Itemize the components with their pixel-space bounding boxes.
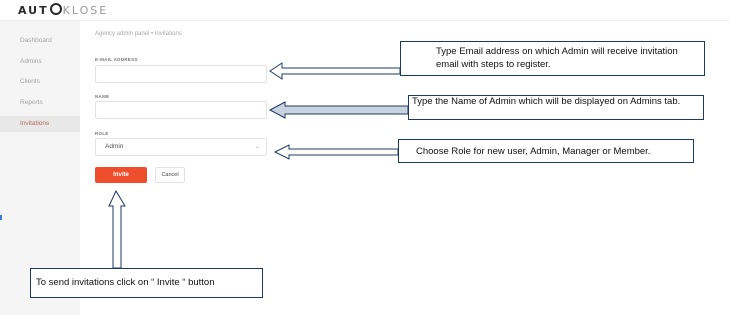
name-callout: Type the Name of Admin which will be dis…: [408, 95, 704, 120]
role-callout: Choose Role for new user, Admin, Manager…: [398, 139, 694, 163]
email-callout: Type Email address on which Admin will r…: [400, 41, 705, 76]
invite-callout: To send invitations click on “ Invite “ …: [30, 268, 263, 298]
invite-arrow-icon: [108, 189, 126, 269]
name-arrow-icon: [268, 101, 409, 119]
role-arrow-icon: [273, 144, 399, 160]
email-arrow-icon: [269, 62, 401, 80]
